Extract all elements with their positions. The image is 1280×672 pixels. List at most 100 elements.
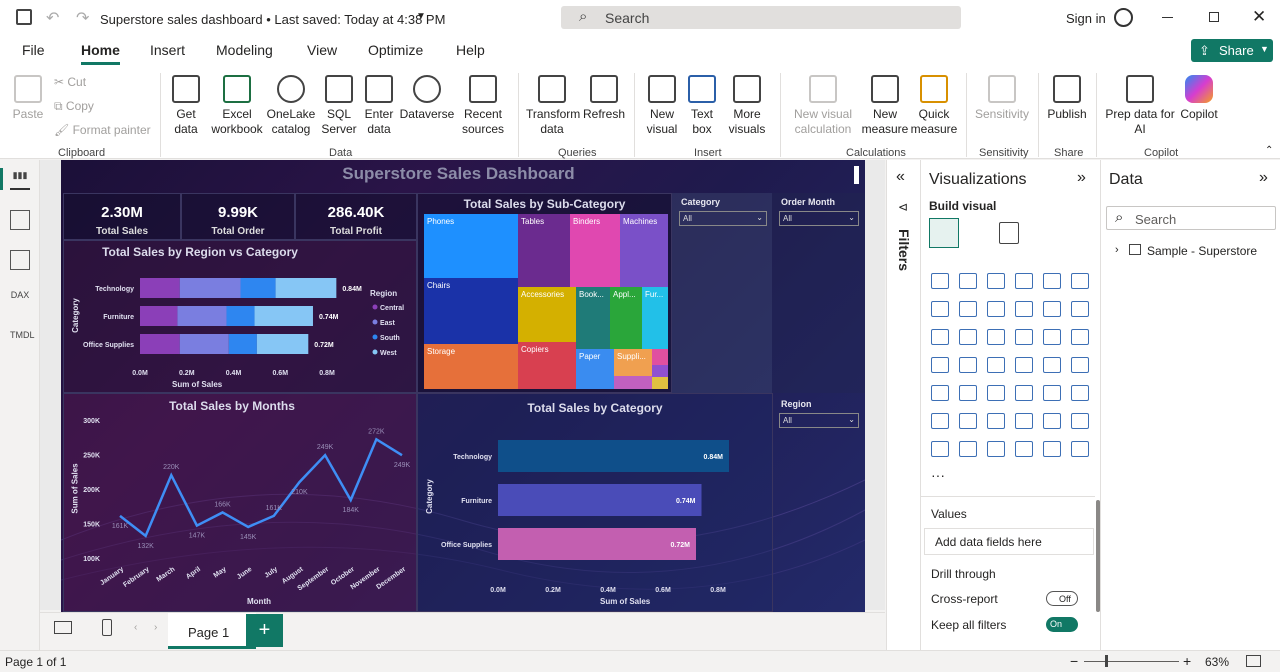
sql-server-button[interactable]: SQL Server <box>320 75 358 137</box>
report-view-icon[interactable]: ▮▮▮ <box>10 170 30 190</box>
zoom-out-icon[interactable]: − <box>1070 653 1078 669</box>
data-search-input[interactable]: ⌕ Search <box>1106 206 1276 230</box>
enter-data-button[interactable]: Enter data <box>362 75 396 137</box>
dax-query-view-icon[interactable]: DAX <box>10 290 30 310</box>
treemap-tile[interactable]: Copiers <box>518 342 576 389</box>
undo-icon[interactable]: ↶ <box>46 8 59 28</box>
scroll-left-icon[interactable]: ‹ <box>134 622 137 633</box>
account-icon[interactable] <box>1114 8 1133 27</box>
paste-button[interactable]: Paste <box>10 75 46 122</box>
refresh-button[interactable]: Refresh <box>582 75 626 122</box>
scatter-visual-icon[interactable] <box>1015 329 1033 345</box>
clustered-column-visual-icon[interactable] <box>1015 273 1033 289</box>
expand-filters-icon[interactable]: « <box>896 168 905 186</box>
custom-visual-visual-icon[interactable] <box>1015 441 1033 457</box>
document-title[interactable]: Superstore sales dashboard • Last saved:… <box>100 12 445 27</box>
recent-sources-button[interactable]: Recent sources <box>456 75 510 137</box>
treemap-tile[interactable] <box>652 349 668 365</box>
100-bar-visual-icon[interactable] <box>1043 273 1061 289</box>
treemap-tile[interactable]: Accessories <box>518 287 576 342</box>
power-apps-visual-icon[interactable] <box>959 441 977 457</box>
treemap-tile[interactable]: Suppli... <box>614 349 652 376</box>
line-visual-icon[interactable] <box>931 301 949 317</box>
treemap-tile[interactable]: Fur... <box>642 287 668 349</box>
slicer-visual-icon[interactable] <box>987 385 1005 401</box>
close-icon[interactable]: ✕ <box>1252 7 1266 27</box>
treemap-tile[interactable]: Appl... <box>610 287 642 349</box>
area-visual-icon[interactable] <box>959 301 977 317</box>
treemap-tile[interactable]: Chairs <box>424 278 518 344</box>
treemap-tile[interactable]: Paper <box>576 349 614 389</box>
build-visual-tab[interactable] <box>929 218 959 248</box>
keep-all-filters-toggle[interactable]: On <box>1046 617 1078 632</box>
share-button[interactable]: ⇪ Share ▼ <box>1191 39 1273 62</box>
donut-visual-icon[interactable] <box>1071 329 1089 345</box>
tab-file[interactable]: File <box>22 42 45 58</box>
prep-data-for-ai-button[interactable]: Prep data for AI <box>1104 75 1176 137</box>
tmdl-view-icon[interactable]: TMDL <box>10 330 35 350</box>
tab-modeling[interactable]: Modeling <box>216 42 273 58</box>
tab-view[interactable]: View <box>307 42 337 58</box>
minimize-icon[interactable] <box>1162 17 1173 18</box>
treemap-tile[interactable] <box>652 365 668 377</box>
python-visual-visual-icon[interactable] <box>931 413 949 429</box>
treemap-visual[interactable]: Total Sales by Sub-Category Phones Table… <box>417 193 672 393</box>
order-month-slicer[interactable]: All ⌄ <box>779 211 859 226</box>
kpi-card-total-profit[interactable]: 286.40K Total Profit <box>295 193 417 240</box>
paginated-visual-icon[interactable] <box>931 441 949 457</box>
clustered-bar-visual-icon[interactable] <box>987 273 1005 289</box>
stacked-column-visual-icon[interactable] <box>959 273 977 289</box>
treemap-tile[interactable] <box>614 376 652 389</box>
mobile-layout-icon[interactable] <box>102 619 112 636</box>
scroll-right-icon[interactable]: › <box>154 622 157 633</box>
zoom-in-icon[interactable]: + <box>1183 653 1191 669</box>
new-measure-button[interactable]: New measure <box>860 75 910 137</box>
more-options-icon[interactable]: ··· <box>931 467 945 483</box>
transform-data-button[interactable]: Transform data <box>526 75 580 137</box>
collapse-pane-icon[interactable]: » <box>1077 169 1086 187</box>
table-visual-icon[interactable] <box>1015 385 1033 401</box>
get-data-button[interactable]: Get data <box>168 75 204 137</box>
decomposition-tree-visual-icon[interactable] <box>987 413 1005 429</box>
more-visual-icon[interactable] <box>1071 441 1089 457</box>
treemap-tile[interactable]: Binders <box>570 214 620 287</box>
treemap-tile[interactable]: Book... <box>576 287 610 349</box>
collapse-pane-icon[interactable]: » <box>1259 169 1268 187</box>
excel-workbook-button[interactable]: Excel workbook <box>208 75 266 137</box>
tab-optimize[interactable]: Optimize <box>368 42 423 58</box>
matrix-visual-icon[interactable] <box>1043 385 1061 401</box>
add-page-button[interactable]: + <box>246 614 283 647</box>
format-visual-tab-icon[interactable] <box>999 222 1019 244</box>
quick-measure-button[interactable]: Quick measure <box>910 75 958 137</box>
stacked-area-visual-icon[interactable] <box>987 301 1005 317</box>
redo-icon[interactable]: ↷ <box>76 8 89 28</box>
tab-home[interactable]: Home <box>81 42 120 58</box>
region-category-chart[interactable]: Total Sales by Region vs Category Techno… <box>63 240 417 393</box>
format-painter-button[interactable]: 🖌 Format painter <box>54 123 151 138</box>
card-visual-icon[interactable] <box>1071 357 1089 373</box>
new-visual-button[interactable]: New visual <box>642 75 682 137</box>
treemap-tile[interactable]: Phones <box>424 214 518 278</box>
months-line-chart[interactable]: Total Sales by Months 300K 250K 200K 150K 10… <box>63 393 417 612</box>
tab-help[interactable]: Help <box>456 42 485 58</box>
region-slicer[interactable]: All ⌄ <box>779 413 859 428</box>
dataverse-button[interactable]: Dataverse <box>398 75 456 122</box>
pie-visual-icon[interactable] <box>1043 329 1061 345</box>
publish-button[interactable]: Publish <box>1044 75 1090 122</box>
narrative-visual-icon[interactable] <box>1043 413 1061 429</box>
data-table-item[interactable]: Sample - Superstore <box>1147 244 1257 258</box>
funnel-visual-icon[interactable] <box>987 329 1005 345</box>
filled-map-visual-icon[interactable] <box>987 357 1005 373</box>
cut-button[interactable]: ✂ Cut <box>54 75 86 90</box>
treemap-tile[interactable]: Storage <box>424 344 518 389</box>
maximize-icon[interactable] <box>1209 12 1219 22</box>
cross-report-toggle[interactable]: Off <box>1046 591 1078 606</box>
table-view-icon[interactable] <box>10 210 30 230</box>
chevron-right-icon[interactable]: › <box>1115 244 1119 256</box>
collapse-ribbon-icon[interactable]: ⌃ <box>1265 145 1273 156</box>
model-view-icon[interactable] <box>10 250 30 270</box>
kpi-visual-icon[interactable] <box>959 385 977 401</box>
new-visual-calculation-button[interactable]: New visual calculation <box>788 75 858 137</box>
r-visual-visual-icon[interactable] <box>1071 385 1089 401</box>
sensitivity-button[interactable]: Sensitivity <box>972 75 1032 122</box>
